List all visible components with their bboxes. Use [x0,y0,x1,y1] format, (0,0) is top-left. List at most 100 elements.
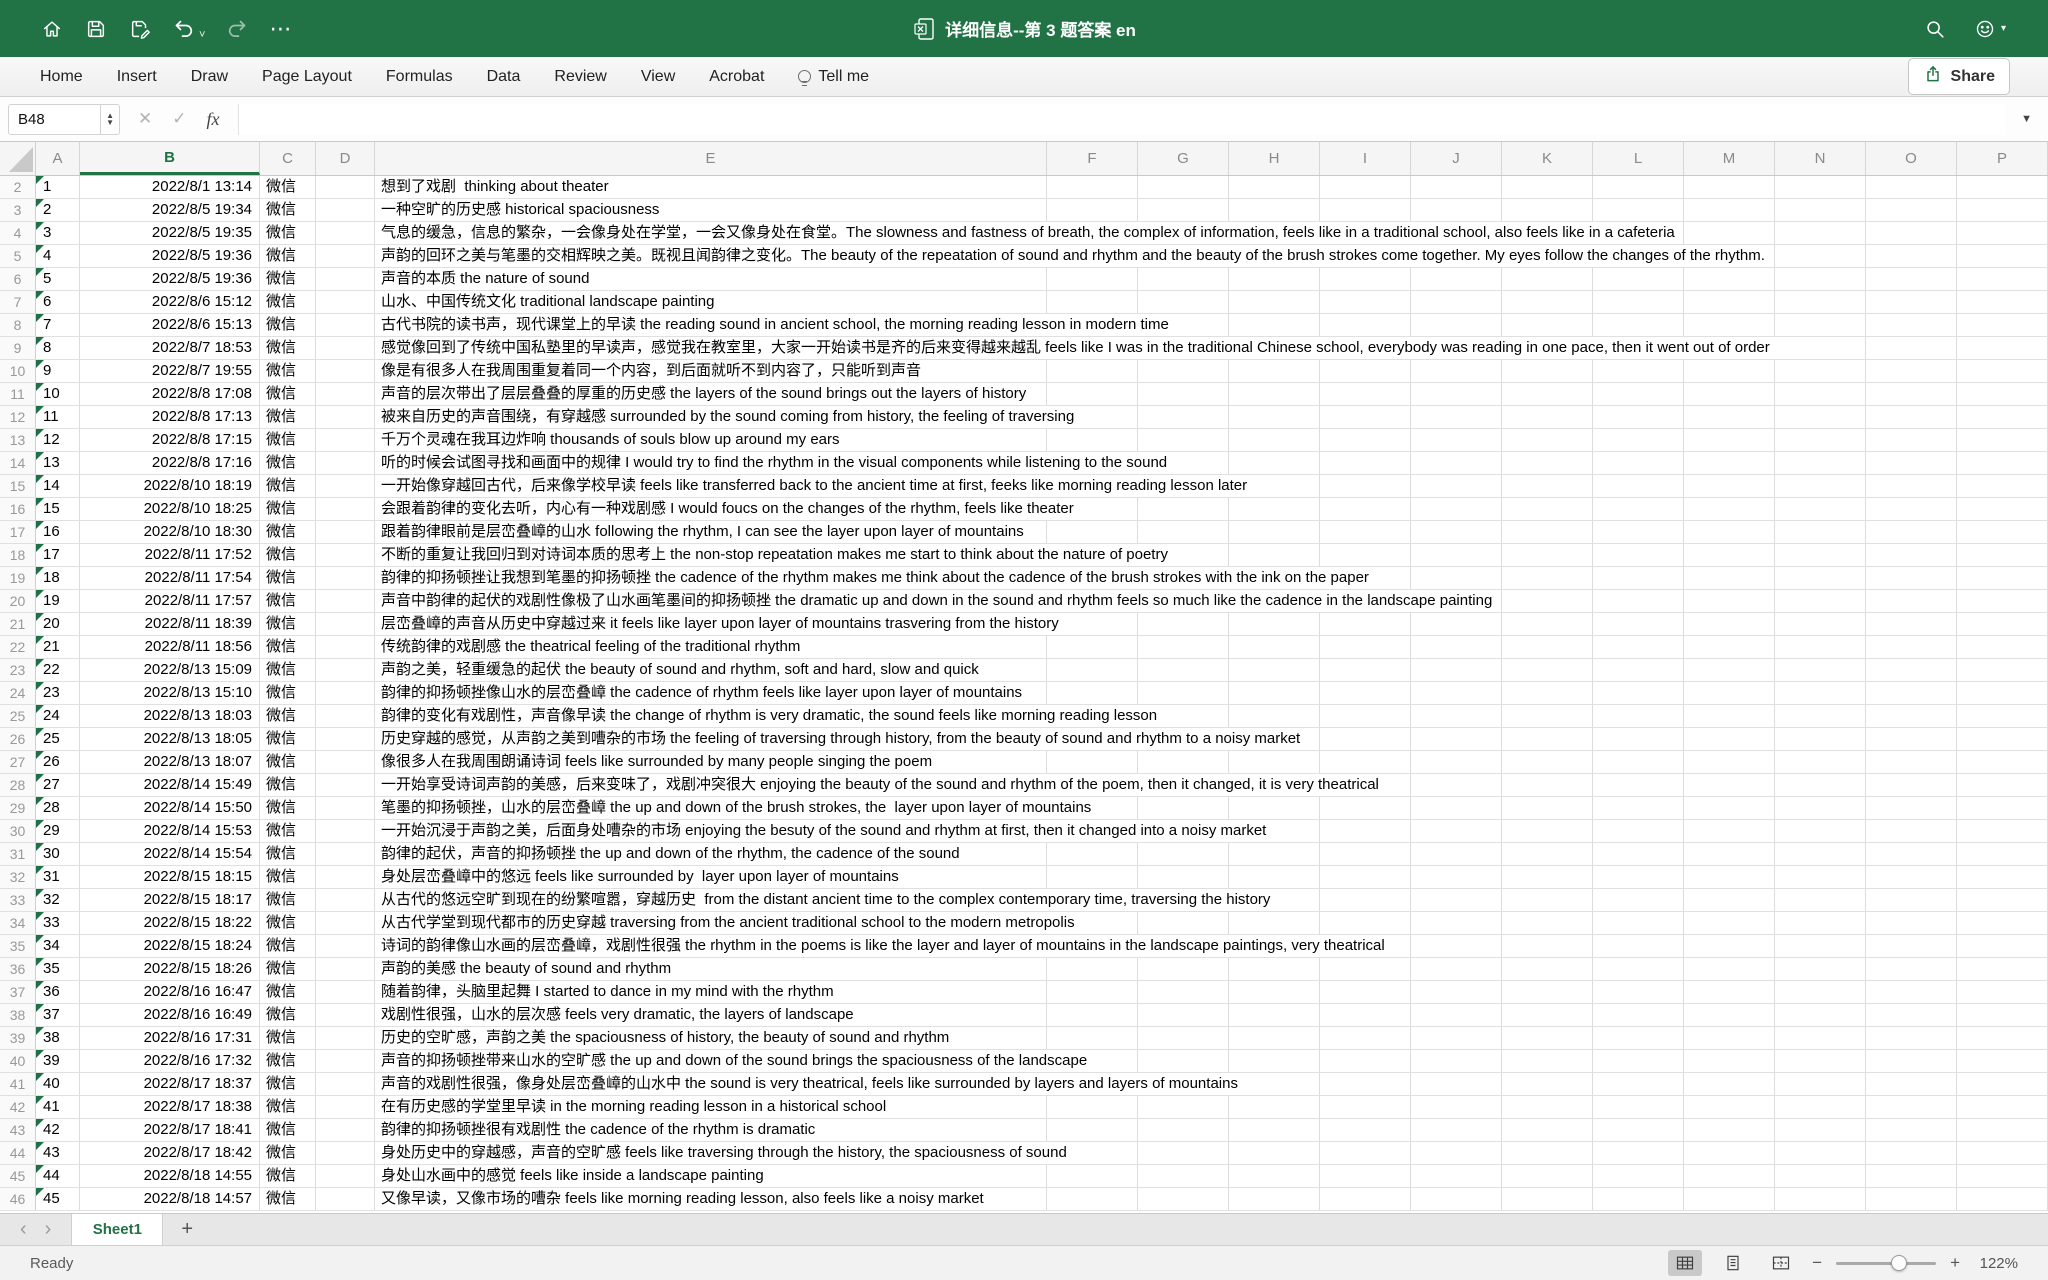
cell-P38[interactable] [1957,1004,2048,1026]
cell-B29[interactable]: 2022/8/14 15:50 [80,797,260,819]
cell-A39[interactable]: 38 [36,1027,80,1049]
cell-C30[interactable]: 微信 [260,820,316,842]
cell-B2[interactable]: 2022/8/1 13:14 [80,176,260,198]
cell-L10[interactable] [1593,360,1684,382]
cell-H3[interactable] [1229,199,1320,221]
cell-N12[interactable] [1775,406,1866,428]
cell-C28[interactable]: 微信 [260,774,316,796]
cell-L15[interactable] [1593,475,1684,497]
cell-K6[interactable] [1502,268,1593,290]
cell-J42[interactable] [1411,1096,1502,1118]
cell-G21[interactable] [1138,613,1229,635]
cell-P35[interactable] [1957,935,2048,957]
cell-N20[interactable] [1775,590,1866,612]
cell-N14[interactable] [1775,452,1866,474]
cell-N25[interactable] [1775,705,1866,727]
cell-D11[interactable] [316,383,375,405]
cell-N18[interactable] [1775,544,1866,566]
cell-E35[interactable]: 诗词的韵律像山水画的层峦叠嶂，戏剧性很强 the rhythm in the p… [375,935,1047,957]
cell-E9[interactable]: 感觉像回到了传统中国私塾里的早读声，感觉我在教室里，大家一开始读书是齐的后来变得… [375,337,1047,359]
cell-I37[interactable] [1320,981,1411,1003]
row-header-35[interactable]: 35 [0,935,36,957]
zoom-slider[interactable] [1836,1262,1936,1265]
cell-H24[interactable] [1229,682,1320,704]
cell-H40[interactable] [1229,1050,1320,1072]
cell-K28[interactable] [1502,774,1593,796]
cell-K21[interactable] [1502,613,1593,635]
cell-P3[interactable] [1957,199,2048,221]
row-header-34[interactable]: 34 [0,912,36,934]
cell-J30[interactable] [1411,820,1502,842]
cell-P44[interactable] [1957,1142,2048,1164]
sheet-nav-right-icon[interactable]: › [45,1218,52,1241]
cell-N5[interactable] [1775,245,1866,267]
cell-A21[interactable]: 20 [36,613,80,635]
cell-E16[interactable]: 会跟着韵律的变化去听，内心有一种戏剧感 I would foucs on the… [375,498,1047,520]
cell-A8[interactable]: 7 [36,314,80,336]
cell-P14[interactable] [1957,452,2048,474]
cell-I21[interactable] [1320,613,1411,635]
cell-F10[interactable] [1047,360,1138,382]
column-header-O[interactable]: O [1866,142,1957,175]
cell-E24[interactable]: 韵律的抑扬顿挫像山水的层峦叠嶂 the cadence of rhythm fe… [375,682,1047,704]
cell-P12[interactable] [1957,406,2048,428]
cell-C44[interactable]: 微信 [260,1142,316,1164]
ribbon-tab-data[interactable]: Data [487,68,521,86]
cell-N21[interactable] [1775,613,1866,635]
cell-D24[interactable] [316,682,375,704]
cell-L38[interactable] [1593,1004,1684,1026]
cell-I11[interactable] [1320,383,1411,405]
cell-K17[interactable] [1502,521,1593,543]
cell-B46[interactable]: 2022/8/18 14:57 [80,1188,260,1210]
cell-I26[interactable] [1320,728,1411,750]
cell-L27[interactable] [1593,751,1684,773]
cell-D13[interactable] [316,429,375,451]
cell-L43[interactable] [1593,1119,1684,1141]
cell-O27[interactable] [1866,751,1957,773]
cell-A14[interactable]: 13 [36,452,80,474]
cell-M30[interactable] [1684,820,1775,842]
cell-E21[interactable]: 层峦叠嶂的声音从历史中穿越过来 it feels like layer upon… [375,613,1047,635]
column-header-B[interactable]: B [80,142,260,175]
sheet-tab-sheet1[interactable]: Sheet1 [71,1214,163,1245]
cell-E39[interactable]: 历史的空旷感，声韵之美 the spaciousness of history,… [375,1027,1047,1049]
cell-M45[interactable] [1684,1165,1775,1187]
cell-M34[interactable] [1684,912,1775,934]
cell-H13[interactable] [1229,429,1320,451]
cell-J28[interactable] [1411,774,1502,796]
cell-E18[interactable]: 不断的重复让我回归到对诗词本质的思考上 the non-stop repeata… [375,544,1047,566]
cell-L30[interactable] [1593,820,1684,842]
cell-G34[interactable] [1138,912,1229,934]
cell-L44[interactable] [1593,1142,1684,1164]
cell-B12[interactable]: 2022/8/8 17:13 [80,406,260,428]
cell-C14[interactable]: 微信 [260,452,316,474]
zoom-in-icon[interactable]: + [1950,1253,1960,1273]
cell-K30[interactable] [1502,820,1593,842]
redo-icon[interactable] [225,17,249,41]
cell-A3[interactable]: 2 [36,199,80,221]
cell-O18[interactable] [1866,544,1957,566]
cell-E14[interactable]: 听的时候会试图寻找和画面中的规律 I would try to find the… [375,452,1047,474]
cell-C20[interactable]: 微信 [260,590,316,612]
cell-N7[interactable] [1775,291,1866,313]
cell-C29[interactable]: 微信 [260,797,316,819]
cell-H38[interactable] [1229,1004,1320,1026]
cell-G46[interactable] [1138,1188,1229,1210]
cell-I10[interactable] [1320,360,1411,382]
cell-E31[interactable]: 韵律的起伏，声音的抑扬顿挫 the up and down of the rhy… [375,843,1047,865]
cell-O9[interactable] [1866,337,1957,359]
cell-F27[interactable] [1047,751,1138,773]
row-header-38[interactable]: 38 [0,1004,36,1026]
cell-E23[interactable]: 声韵之美，轻重缓急的起伏 the beauty of sound and rhy… [375,659,1047,681]
cell-A18[interactable]: 17 [36,544,80,566]
cell-C21[interactable]: 微信 [260,613,316,635]
cell-M22[interactable] [1684,636,1775,658]
cell-C4[interactable]: 微信 [260,222,316,244]
cell-C19[interactable]: 微信 [260,567,316,589]
row-header-13[interactable]: 13 [0,429,36,451]
formula-bar-expand-icon[interactable]: ▼ [2005,113,2048,125]
cell-H11[interactable] [1229,383,1320,405]
cell-O11[interactable] [1866,383,1957,405]
cell-N30[interactable] [1775,820,1866,842]
cell-B42[interactable]: 2022/8/17 18:38 [80,1096,260,1118]
